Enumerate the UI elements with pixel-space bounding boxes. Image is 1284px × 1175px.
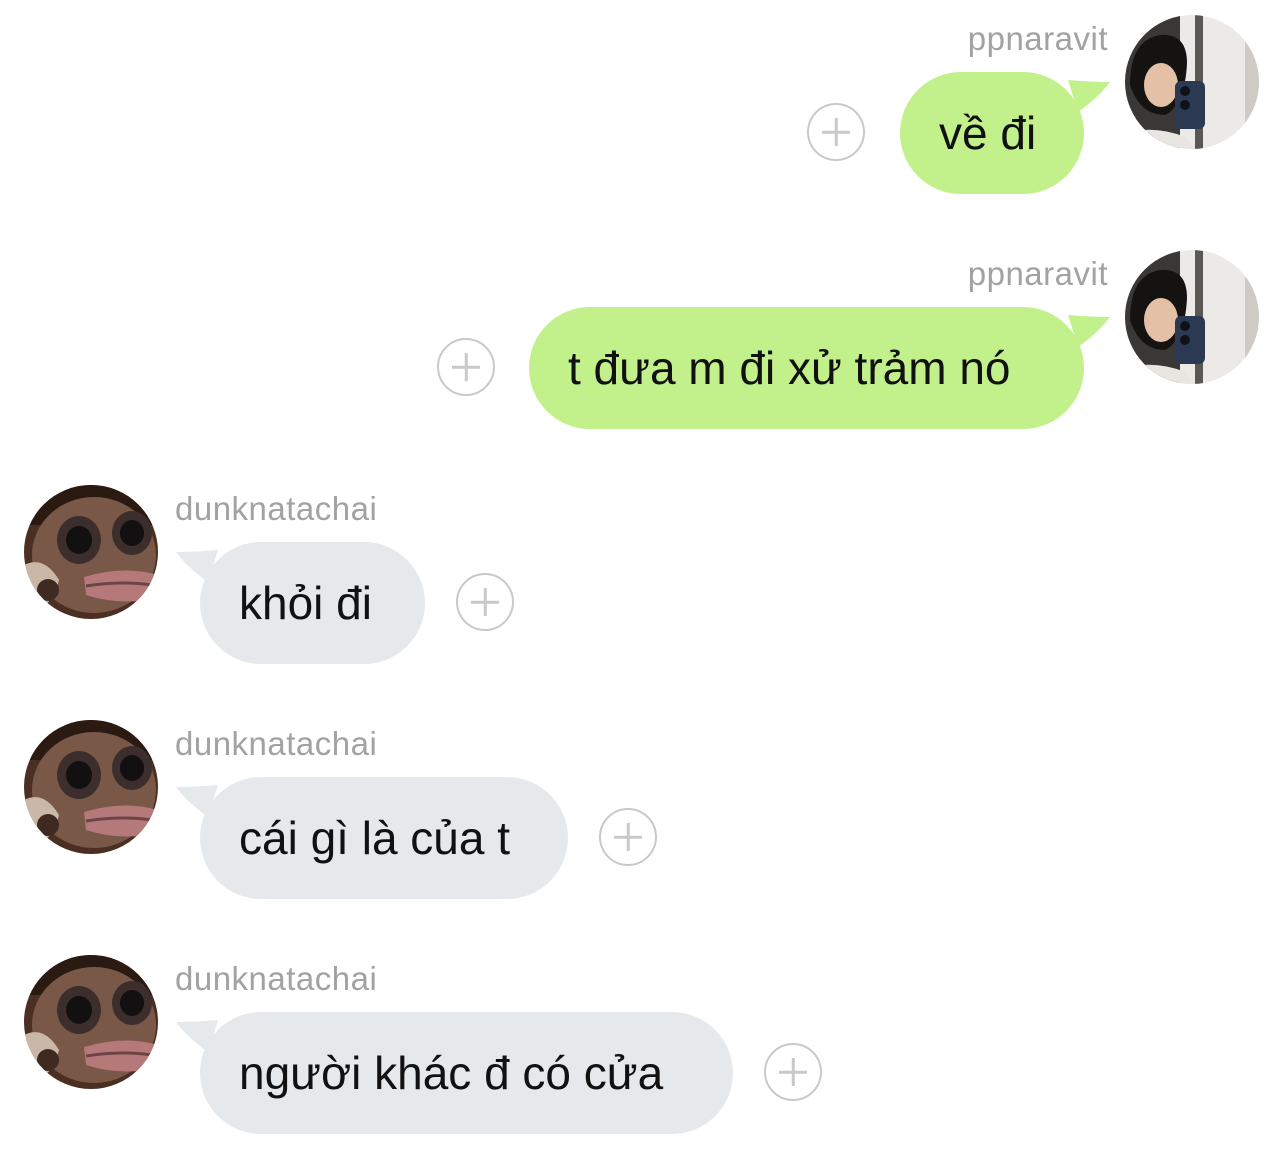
mirror-selfie-avatar-icon <box>1125 250 1259 384</box>
message-bubble[interactable]: t đưa m đi xử trảm nó <box>529 307 1084 429</box>
sender-name: dunknatachai <box>175 960 378 997</box>
message-row: dunknatachai cái gì là của t <box>0 705 1284 940</box>
add-reaction-icon[interactable] <box>437 338 495 396</box>
frog-meme-avatar-icon <box>24 485 158 619</box>
message-bubble[interactable]: người khác đ có cửa <box>200 1012 733 1134</box>
sender-avatar[interactable] <box>24 720 158 854</box>
add-reaction-icon[interactable] <box>764 1043 822 1101</box>
chat-thread: ppnaravit về đi ppnaravit t đưa m đi xử … <box>0 0 1284 1174</box>
message-bubble[interactable]: về đi <box>900 72 1084 194</box>
message-row: ppnaravit t đưa m đi xử trảm nó <box>0 235 1284 470</box>
sender-name: dunknatachai <box>175 490 378 527</box>
sender-avatar[interactable] <box>24 955 158 1089</box>
add-reaction-icon[interactable] <box>456 573 514 631</box>
message-bubble[interactable]: cái gì là của t <box>200 777 568 899</box>
message-row: dunknatachai khỏi đi <box>0 470 1284 705</box>
sender-name: dunknatachai <box>175 725 378 762</box>
sender-avatar[interactable] <box>1125 250 1259 384</box>
message-row: dunknatachai người khác đ có cửa <box>0 940 1284 1175</box>
sender-name: ppnaravit <box>967 20 1108 57</box>
add-reaction-icon[interactable] <box>807 103 865 161</box>
frog-meme-avatar-icon <box>24 720 158 854</box>
sender-avatar[interactable] <box>24 485 158 619</box>
sender-avatar[interactable] <box>1125 15 1259 149</box>
mirror-selfie-avatar-icon <box>1125 15 1259 149</box>
add-reaction-icon[interactable] <box>599 808 657 866</box>
sender-name: ppnaravit <box>967 255 1108 292</box>
message-bubble[interactable]: khỏi đi <box>200 542 425 664</box>
message-row: ppnaravit về đi <box>0 0 1284 235</box>
frog-meme-avatar-icon <box>24 955 158 1089</box>
